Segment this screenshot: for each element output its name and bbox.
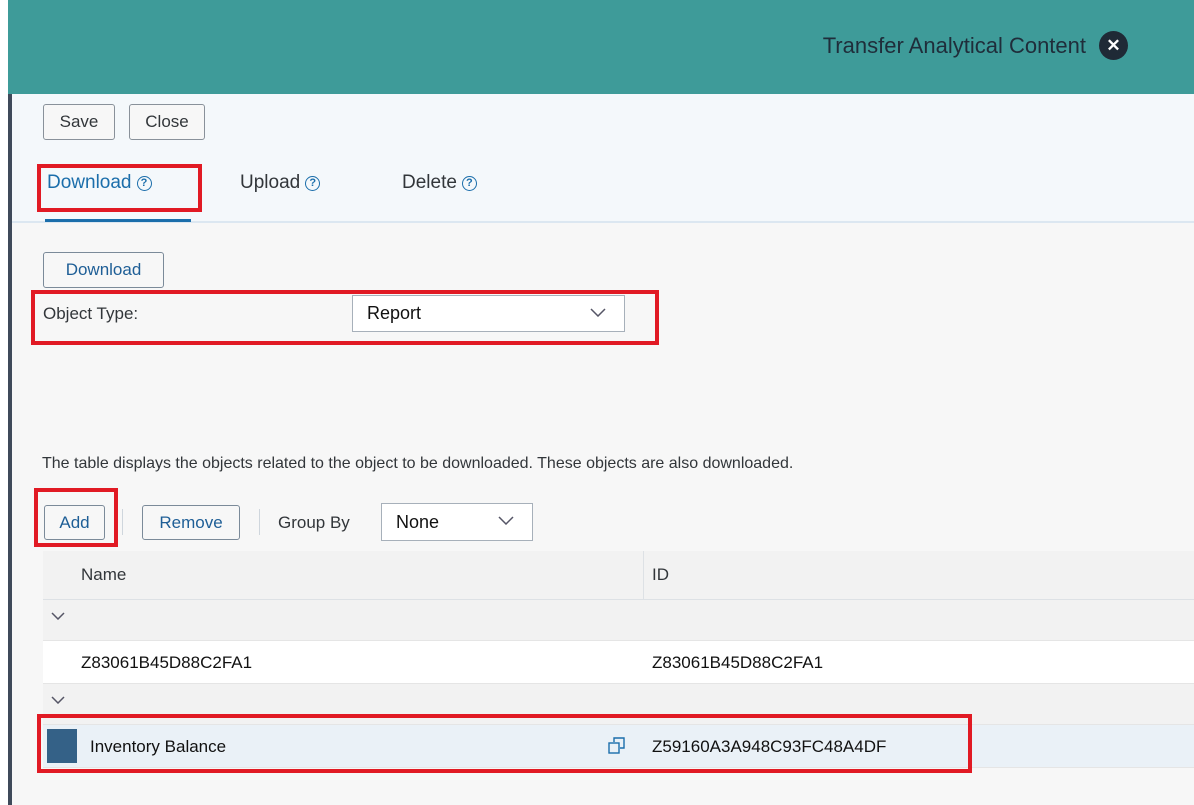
tab-upload[interactable]: Upload ? [240,172,321,194]
table-row[interactable]: Z83061B45D88C2FA1 Z83061B45D88C2FA1 [43,641,1194,684]
help-icon[interactable]: ? [461,175,477,191]
row-id-cell: Z83061B45D88C2FA1 [652,653,824,672]
tab-download-label: Download [47,172,132,193]
row-name-cell: Z83061B45D88C2FA1 [81,653,253,672]
chevron-down-icon[interactable] [51,612,65,620]
group-header-row[interactable] [43,684,1194,725]
table-row[interactable]: Inventory Balance Z59160A3A948C93FC48A4D… [43,725,1194,768]
remove-button[interactable]: Remove [142,505,240,540]
row-selection-marker[interactable] [47,729,77,763]
tab-download[interactable]: Download ? [47,172,152,194]
group-header-row[interactable] [43,600,1194,641]
download-button[interactable]: Download [43,252,164,288]
close-circle-icon[interactable]: ✕ [1099,31,1128,60]
close-button[interactable]: Close [129,104,205,140]
object-type-label: Object Type: [43,304,139,323]
chevron-down-icon[interactable] [51,696,65,704]
chevron-down-icon [590,307,606,317]
active-tab-indicator [45,219,191,222]
column-header-name[interactable]: Name [81,565,126,585]
group-by-value: None [396,511,440,532]
column-divider [643,551,644,599]
tab-upload-label: Upload [240,172,301,193]
dialog-header: Transfer Analytical Content ✕ [8,0,1194,94]
chevron-down-icon [498,516,514,525]
help-icon[interactable]: ? [305,175,321,191]
add-button[interactable]: Add [44,505,105,540]
navigate-icon[interactable] [608,737,626,755]
help-icon[interactable]: ? [136,175,152,191]
dialog-title: Transfer Analytical Content [822,33,1086,58]
toolbar-separator [259,509,260,535]
toolbar-separator [122,509,123,535]
table-header-row: Name ID [43,551,1194,600]
object-type-select[interactable]: Report [352,295,625,332]
object-type-value: Report [367,303,422,323]
group-by-label: Group By [278,513,350,532]
group-by-select[interactable]: None [381,503,533,541]
table-description: The table displays the objects related t… [42,455,794,472]
tab-delete[interactable]: Delete ? [402,172,477,194]
row-id-cell: Z59160A3A948C93FC48A4DF [652,737,887,756]
row-name-cell: Inventory Balance [90,737,227,756]
tab-delete-label: Delete [402,172,457,193]
column-header-id[interactable]: ID [652,565,669,585]
save-button[interactable]: Save [43,104,115,140]
